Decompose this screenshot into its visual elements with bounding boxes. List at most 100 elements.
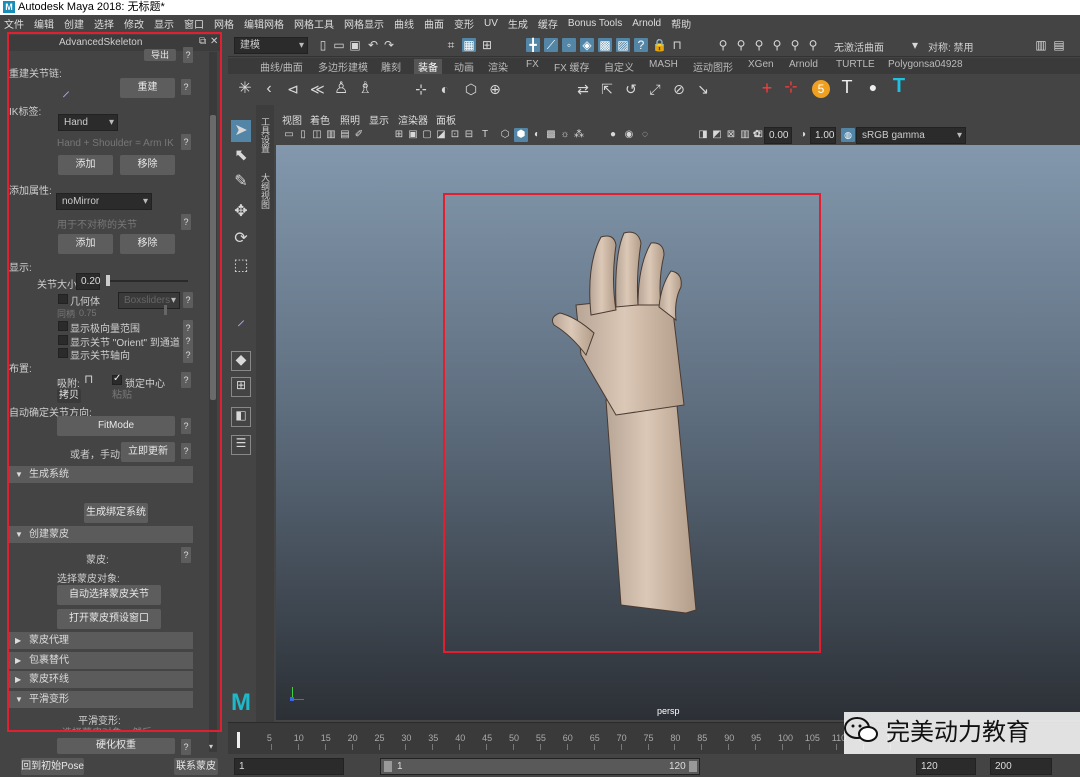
auto-select-joints-button[interactable]: 自动选择蒙皮关节 xyxy=(57,585,161,605)
cluster-icon[interactable]: ⊕ xyxy=(488,82,502,96)
gamma-field[interactable]: 1.00 xyxy=(810,127,836,144)
vp-menu-view[interactable]: 视图 xyxy=(282,112,302,127)
menu-mesh-display[interactable]: 网格显示 xyxy=(344,16,384,31)
lattice-icon[interactable]: ⬡ xyxy=(464,82,478,96)
tab-poly-modeling[interactable]: 多边形建模 xyxy=(318,59,368,74)
symmetry-label[interactable]: 对称: 禁用 xyxy=(928,39,974,54)
help-fitmode-button[interactable]: ? xyxy=(181,418,191,434)
snap-point-icon[interactable]: ◦ xyxy=(562,38,576,52)
exposure-field[interactable]: 0.00 xyxy=(764,127,792,144)
tab-rendering[interactable]: 渲染 xyxy=(488,59,508,74)
export-button[interactable]: 导出 xyxy=(144,49,176,61)
joint-size-slider[interactable] xyxy=(108,280,188,282)
menu-windows[interactable]: 窗口 xyxy=(184,16,204,31)
smooth-shade-icon[interactable]: ⬢ xyxy=(514,128,528,142)
snap-curve-icon[interactable]: ⟋ xyxy=(544,38,558,52)
build-rig-button[interactable]: 生成绑定系统 xyxy=(84,503,148,523)
motion-blur-icon[interactable]: ◉ xyxy=(622,128,636,142)
menu-generate[interactable]: 生成 xyxy=(508,16,528,31)
redo-icon[interactable]: ↷ xyxy=(382,38,396,52)
xray-joints-icon[interactable]: ⊠ xyxy=(724,128,738,142)
remove-attr-button[interactable]: 移除 xyxy=(120,234,175,254)
red-cross-icon[interactable]: + xyxy=(760,79,774,97)
sidebar-toggle-icon[interactable]: ▥ xyxy=(1034,38,1048,52)
add-attr-button[interactable]: 添加 xyxy=(58,234,113,254)
scale-tool-icon[interactable]: ⬚ xyxy=(231,258,251,279)
menu-surfaces[interactable]: 曲面 xyxy=(424,16,444,31)
show-pole-checkbox[interactable] xyxy=(58,321,68,331)
paste-button[interactable]: 粘贴 xyxy=(110,389,134,403)
snap-view-icon[interactable]: ◈ xyxy=(580,38,594,52)
remove-ik-button[interactable]: 移除 xyxy=(120,155,175,175)
snap-live-icon[interactable]: ▨ xyxy=(616,38,630,52)
menu-cache[interactable]: 缓存 xyxy=(538,16,558,31)
rotate-tool-icon[interactable]: ⟳ xyxy=(231,231,251,252)
wire-on-shaded-icon[interactable]: ◐ xyxy=(530,128,544,142)
section-wrap[interactable]: 包裹替代 xyxy=(9,652,193,669)
ik-dropdown[interactable]: Hand xyxy=(58,114,118,131)
advanced-skeleton-2-icon[interactable]: ⊹ xyxy=(784,80,798,96)
harden-weights-button[interactable]: 硬化权重 xyxy=(57,738,175,754)
grid-icon[interactable]: ⊞ xyxy=(392,128,406,142)
tab-fx[interactable]: FX xyxy=(526,59,539,70)
panel-toggle-icon[interactable]: ▤ xyxy=(1052,38,1066,52)
outliner-layout-icon[interactable]: ☰ xyxy=(231,435,251,455)
vp-menu-shading[interactable]: 着色 xyxy=(310,112,330,127)
start-time-field[interactable]: 1 xyxy=(234,758,344,775)
section-build-system[interactable]: 生成系统 xyxy=(9,466,193,483)
snap-magnet-icon[interactable]: ⊓ xyxy=(84,372,93,386)
shadows-icon[interactable]: ⁂ xyxy=(572,128,586,142)
quick-rig-icon[interactable]: ♗ xyxy=(358,81,372,97)
current-time-marker[interactable] xyxy=(237,732,240,748)
insert-joint-icon[interactable]: ⊲ xyxy=(286,82,300,96)
geo-small-slider[interactable] xyxy=(164,305,167,315)
parent-constraint-icon[interactable]: ⇄ xyxy=(576,82,590,96)
geometry-checkbox[interactable] xyxy=(58,294,68,304)
tab-arnold[interactable]: Arnold xyxy=(789,59,818,70)
four-pane-icon[interactable]: ⊞ xyxy=(231,377,251,397)
pole-constraint-icon[interactable]: ↘ xyxy=(696,82,710,96)
menu-uv[interactable]: UV xyxy=(484,18,498,29)
scroll-down-icon[interactable]: ▾ xyxy=(209,742,213,751)
paint-weights-icon[interactable]: ◐ xyxy=(438,82,452,96)
render-seq-icon[interactable]: ⚲ xyxy=(806,38,820,52)
tab-motion-graphics[interactable]: 运动图形 xyxy=(693,59,733,74)
menu-modify[interactable]: 修改 xyxy=(124,16,144,31)
menu-edit[interactable]: 编辑 xyxy=(34,16,54,31)
select-hierarchy-icon[interactable]: ⌗ xyxy=(444,38,458,52)
help-axis-button[interactable]: ? xyxy=(183,347,193,363)
side-by-side-icon[interactable]: ◧ xyxy=(231,407,251,427)
2d-pan-icon[interactable]: ▤ xyxy=(338,128,352,142)
humanik-icon[interactable]: ♙ xyxy=(334,81,348,97)
cyan-t-icon[interactable]: T xyxy=(892,76,906,96)
update-now-button[interactable]: 立即更新 xyxy=(121,442,175,462)
help-skin-button[interactable]: ? xyxy=(181,547,191,563)
mirror-dropdown[interactable]: noMirror xyxy=(56,193,152,210)
panel-scroll-thumb[interactable] xyxy=(210,115,216,400)
section-skin-proxy[interactable]: 蒙皮代理 xyxy=(9,632,193,649)
single-pane-icon[interactable]: ◆ xyxy=(231,351,251,371)
isolate-icon[interactable]: ◨ xyxy=(696,128,710,142)
ik-handle-icon[interactable]: ≪ xyxy=(310,82,325,96)
snap-surface-icon[interactable]: ▩ xyxy=(598,38,612,52)
tab-animation[interactable]: 动画 xyxy=(454,59,474,74)
paint-select-icon[interactable]: ✎ xyxy=(231,174,251,195)
menu-edit-mesh[interactable]: 编辑网格 xyxy=(244,16,284,31)
rebuild-button[interactable]: 重建 xyxy=(120,78,175,98)
select-component-icon[interactable]: ⊞ xyxy=(480,38,494,52)
render-settings-icon[interactable]: ⚲ xyxy=(752,38,766,52)
field-chart-icon[interactable]: ⊡ xyxy=(448,128,462,142)
safe-title-icon[interactable]: T xyxy=(478,128,492,142)
color-management-icon[interactable]: ◍ xyxy=(841,128,855,142)
film-gate-icon[interactable]: ▣ xyxy=(406,128,420,142)
help-update-button[interactable]: ? xyxy=(181,443,191,459)
vp-menu-show[interactable]: 显示 xyxy=(369,112,389,127)
side-tab-tool-settings[interactable]: 工具设置 xyxy=(259,117,272,153)
vp-menu-renderer[interactable]: 渲染器 xyxy=(398,112,428,127)
close-panel-icon[interactable]: ✕ xyxy=(210,36,218,47)
new-scene-icon[interactable]: ▯ xyxy=(316,38,330,52)
textured-icon[interactable]: ▩ xyxy=(544,128,558,142)
add-ik-button[interactable]: 添加 xyxy=(58,155,113,175)
help-mirror-button[interactable]: ? xyxy=(181,214,191,230)
help-rebuild-button[interactable]: ? xyxy=(181,79,191,95)
